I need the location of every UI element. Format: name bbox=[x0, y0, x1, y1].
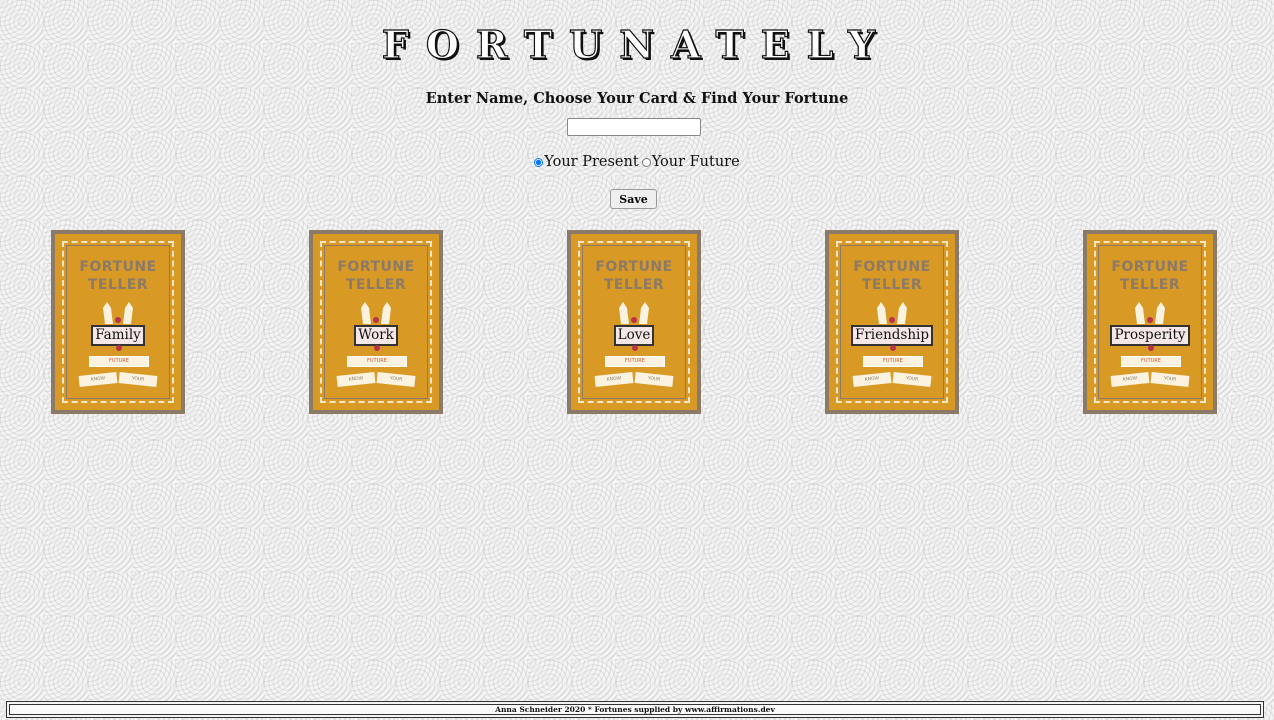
card-heading: FORTUNE TELLER bbox=[79, 259, 157, 293]
present-label: Your Present bbox=[544, 154, 639, 170]
card-family[interactable]: FORTUNE TELLER Family FUTURE KNOW YOUR bbox=[51, 230, 185, 414]
page-footer: Anna Schneider 2020 * Fortunes supplied … bbox=[6, 701, 1264, 718]
hands-icon bbox=[877, 302, 907, 324]
heart-icon bbox=[116, 345, 122, 351]
present-radio[interactable] bbox=[534, 157, 544, 167]
card-prosperity[interactable]: FORTUNE TELLER Prosperity FUTURE KNOW YOU… bbox=[1083, 230, 1217, 414]
name-input[interactable] bbox=[567, 118, 701, 136]
hands-icon bbox=[619, 302, 649, 324]
hands-icon bbox=[103, 302, 133, 324]
card-heading: FORTUNE TELLER bbox=[595, 259, 673, 293]
card-heading: FORTUNE TELLER bbox=[1111, 259, 1189, 293]
future-option[interactable]: Your Future bbox=[641, 154, 740, 170]
card-banner: FUTURE bbox=[89, 356, 149, 367]
site-title: FORTUNATELY bbox=[381, 21, 893, 67]
card-row: FORTUNE TELLER Family FUTURE KNOW YOUR FO… bbox=[0, 230, 1274, 414]
card-love[interactable]: FORTUNE TELLER Love FUTURE KNOW YOUR bbox=[567, 230, 701, 414]
card-banner: FUTURE bbox=[1121, 356, 1181, 367]
time-choice-group: Your Present Your Future bbox=[0, 154, 1274, 170]
card-banner: FUTURE bbox=[347, 356, 407, 367]
card-heading: FORTUNE TELLER bbox=[853, 259, 931, 293]
card-banner: FUTURE bbox=[863, 356, 923, 367]
hands-icon bbox=[361, 302, 391, 324]
card-label: Friendship bbox=[829, 324, 955, 346]
future-label: Your Future bbox=[651, 154, 740, 170]
card-work[interactable]: FORTUNE TELLER Work FUTURE KNOW YOUR bbox=[309, 230, 443, 414]
card-label: Prosperity bbox=[1087, 324, 1213, 346]
heart-icon bbox=[890, 345, 896, 351]
heart-icon bbox=[1148, 345, 1154, 351]
future-radio[interactable] bbox=[641, 157, 651, 167]
card-heading: FORTUNE TELLER bbox=[337, 259, 415, 293]
heart-icon bbox=[374, 345, 380, 351]
card-label: Work bbox=[313, 324, 439, 346]
save-button[interactable]: Save bbox=[610, 189, 657, 209]
heart-icon bbox=[632, 345, 638, 351]
card-friendship[interactable]: FORTUNE TELLER Friendship FUTURE KNOW YOU… bbox=[825, 230, 959, 414]
card-banner: FUTURE bbox=[605, 356, 665, 367]
card-label: Love bbox=[571, 324, 697, 346]
present-option[interactable]: Your Present bbox=[534, 154, 639, 170]
hands-icon bbox=[1135, 302, 1165, 324]
instructions-heading: Enter Name, Choose Your Card & Find Your… bbox=[425, 90, 849, 107]
card-label: Family bbox=[55, 324, 181, 346]
